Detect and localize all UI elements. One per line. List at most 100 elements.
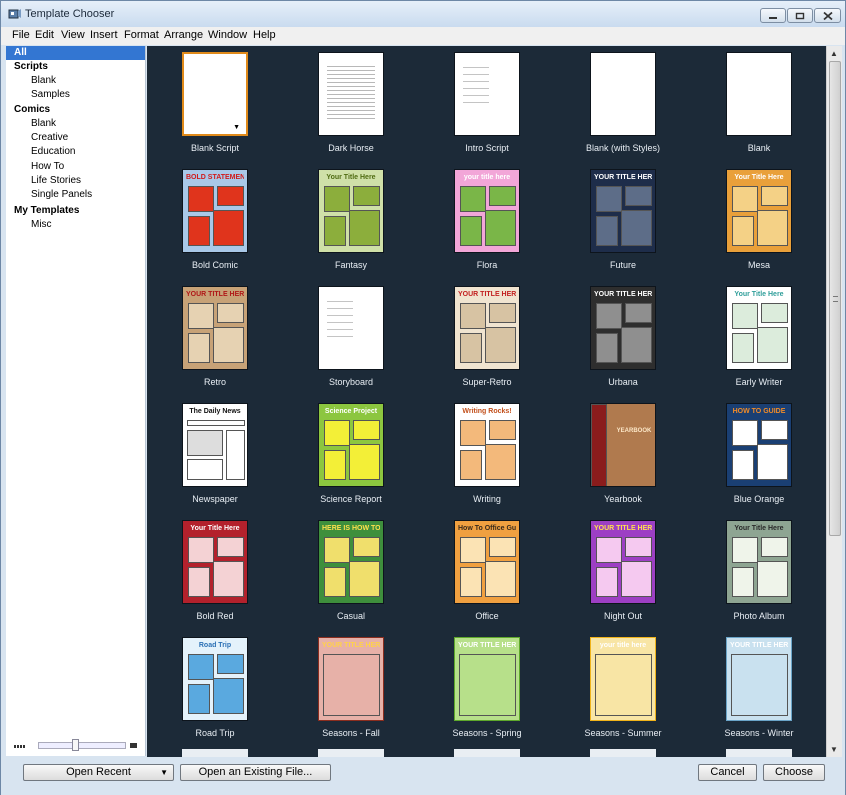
- template-thumbnail[interactable]: [726, 52, 792, 136]
- menu-edit[interactable]: Edit: [35, 29, 54, 41]
- template-tile[interactable]: Your Title Here Mesa: [699, 163, 819, 275]
- template-tile[interactable]: ▼ Blank Script: [155, 46, 275, 158]
- template-thumbnail[interactable]: [454, 52, 520, 136]
- template-tile[interactable]: BOLD STATEMENTS Bold Comic: [155, 163, 275, 275]
- template-thumbnail-partial[interactable]: [590, 749, 656, 757]
- template-thumbnail[interactable]: [590, 52, 656, 136]
- scroll-down-icon[interactable]: ▼: [830, 745, 838, 754]
- template-thumbnail[interactable]: YEARBOOK TIME: [590, 403, 656, 487]
- template-thumbnail[interactable]: YOUR TITLE HERE: [182, 286, 248, 370]
- template-tile[interactable]: Your Title Here Bold Red: [155, 514, 275, 626]
- template-thumbnail-partial[interactable]: [726, 749, 792, 757]
- open-existing-file-button[interactable]: Open an Existing File...: [180, 764, 331, 781]
- sidebar-item-life-stories[interactable]: Life Stories: [6, 174, 145, 188]
- template-thumbnail-partial[interactable]: [318, 749, 384, 757]
- template-tile[interactable]: your title here Seasons - Summer: [563, 631, 683, 743]
- sidebar-header-comics[interactable]: Comics: [6, 103, 145, 117]
- thumbnail-size-slider[interactable]: [38, 742, 126, 749]
- maximize-button[interactable]: [787, 8, 813, 23]
- template-thumbnail[interactable]: YOUR TITLE HERE: [590, 520, 656, 604]
- template-tile[interactable]: YOUR TITLE HERE Seasons - Winter: [699, 631, 819, 743]
- template-thumbnail[interactable]: YOUR TITLE HERE: [726, 637, 792, 721]
- scroll-up-icon[interactable]: ▲: [830, 49, 838, 58]
- template-thumbnail[interactable]: Your Title Here: [182, 520, 248, 604]
- template-thumbnail[interactable]: How To Office Guide: [454, 520, 520, 604]
- template-tile[interactable]: Science Project Science Report: [291, 397, 411, 509]
- sidebar-item-how-to[interactable]: How To: [6, 160, 145, 174]
- sidebar-item-all[interactable]: All: [6, 46, 145, 60]
- sidebar-item-single-panels[interactable]: Single Panels: [6, 188, 145, 202]
- slider-thumb[interactable]: [72, 739, 79, 751]
- template-thumbnail-partial[interactable]: [454, 749, 520, 757]
- template-tile[interactable]: Intro Script: [427, 46, 547, 158]
- template-tile[interactable]: HERE IS HOW TO Casual: [291, 514, 411, 626]
- template-thumbnail[interactable]: Your Title Here: [726, 520, 792, 604]
- template-thumbnail[interactable]: your title here: [454, 169, 520, 253]
- title-bar[interactable]: Template Chooser: [1, 1, 845, 27]
- template-tile[interactable]: Road Trip Road Trip: [155, 631, 275, 743]
- close-button[interactable]: [814, 8, 841, 23]
- template-thumbnail[interactable]: ▼: [182, 52, 248, 136]
- template-tile[interactable]: Storyboard: [291, 280, 411, 392]
- sidebar-item-education[interactable]: Education: [6, 145, 145, 159]
- menu-file[interactable]: File: [12, 29, 30, 41]
- template-tile[interactable]: HOW TO GUIDE Blue Orange: [699, 397, 819, 509]
- chevron-down-icon[interactable]: ▼: [233, 124, 240, 131]
- template-thumbnail[interactable]: YOUR TITLE HERE: [590, 286, 656, 370]
- template-thumbnail[interactable]: Your Title Here: [726, 169, 792, 253]
- template-thumbnail[interactable]: Your Title Here: [726, 286, 792, 370]
- template-thumbnail[interactable]: YOUR TITLE HERE: [454, 286, 520, 370]
- choose-button[interactable]: Choose: [763, 764, 825, 781]
- template-tile[interactable]: YOUR TITLE HERE Super-Retro: [427, 280, 547, 392]
- sidebar-item-creative[interactable]: Creative: [6, 131, 145, 145]
- template-thumbnail[interactable]: YOUR TITLE HERE: [590, 169, 656, 253]
- sidebar-item-scripts-blank[interactable]: Blank: [6, 74, 145, 88]
- menu-help[interactable]: Help: [253, 29, 276, 41]
- template-thumbnail[interactable]: Science Project: [318, 403, 384, 487]
- sidebar-item-samples[interactable]: Samples: [6, 88, 145, 102]
- menu-window[interactable]: Window: [208, 29, 247, 41]
- template-thumbnail[interactable]: BOLD STATEMENTS: [182, 169, 248, 253]
- template-thumbnail[interactable]: The Daily News: [182, 403, 248, 487]
- template-tile[interactable]: Writing Rocks! Writing: [427, 397, 547, 509]
- template-thumbnail[interactable]: [318, 52, 384, 136]
- template-tile[interactable]: YOUR TITLE HERE Retro: [155, 280, 275, 392]
- template-thumbnail[interactable]: YOUR TITLE HERE: [454, 637, 520, 721]
- template-tile[interactable]: Blank: [699, 46, 819, 158]
- template-tile[interactable]: your title here Flora: [427, 163, 547, 275]
- open-recent-button[interactable]: Open Recent ▼: [23, 764, 174, 781]
- sidebar-header-my-templates[interactable]: My Templates: [6, 204, 145, 218]
- menu-insert[interactable]: Insert: [90, 29, 118, 41]
- sidebar-item-comics-blank[interactable]: Blank: [6, 117, 145, 131]
- template-thumbnail[interactable]: Your Title Here: [318, 169, 384, 253]
- template-tile[interactable]: YOUR TITLE HERE Urbana: [563, 280, 683, 392]
- minimize-button[interactable]: [760, 8, 786, 23]
- cancel-button[interactable]: Cancel: [698, 764, 757, 781]
- vertical-scrollbar[interactable]: ▲ ▼: [826, 46, 842, 757]
- template-thumbnail[interactable]: YOUR TITLE HERE: [318, 637, 384, 721]
- menu-view[interactable]: View: [61, 29, 85, 41]
- template-thumbnail[interactable]: [318, 286, 384, 370]
- sidebar-item-misc[interactable]: Misc: [6, 218, 145, 232]
- template-tile[interactable]: The Daily News Newspaper: [155, 397, 275, 509]
- template-tile[interactable]: YEARBOOK TIME Yearbook: [563, 397, 683, 509]
- template-thumbnail[interactable]: HERE IS HOW TO: [318, 520, 384, 604]
- small-thumbnails-icon[interactable]: [14, 745, 25, 748]
- menu-format[interactable]: Format: [124, 29, 159, 41]
- template-tile[interactable]: YOUR TITLE HERE Seasons - Fall: [291, 631, 411, 743]
- template-tile[interactable]: YOUR TITLE HERE Night Out: [563, 514, 683, 626]
- template-tile[interactable]: How To Office Guide Office: [427, 514, 547, 626]
- template-thumbnail[interactable]: your title here: [590, 637, 656, 721]
- template-tile[interactable]: Blank (with Styles): [563, 46, 683, 158]
- template-tile[interactable]: Your Title Here Photo Album: [699, 514, 819, 626]
- template-thumbnail-partial[interactable]: [182, 749, 248, 757]
- template-thumbnail[interactable]: Road Trip: [182, 637, 248, 721]
- scrollbar-thumb[interactable]: [829, 61, 841, 536]
- sidebar-header-scripts[interactable]: Scripts: [6, 60, 145, 74]
- template-thumbnail[interactable]: HOW TO GUIDE: [726, 403, 792, 487]
- template-tile[interactable]: Dark Horse: [291, 46, 411, 158]
- menu-arrange[interactable]: Arrange: [164, 29, 203, 41]
- template-tile[interactable]: YOUR TITLE HERE Future: [563, 163, 683, 275]
- template-thumbnail[interactable]: Writing Rocks!: [454, 403, 520, 487]
- template-tile[interactable]: Your Title Here Fantasy: [291, 163, 411, 275]
